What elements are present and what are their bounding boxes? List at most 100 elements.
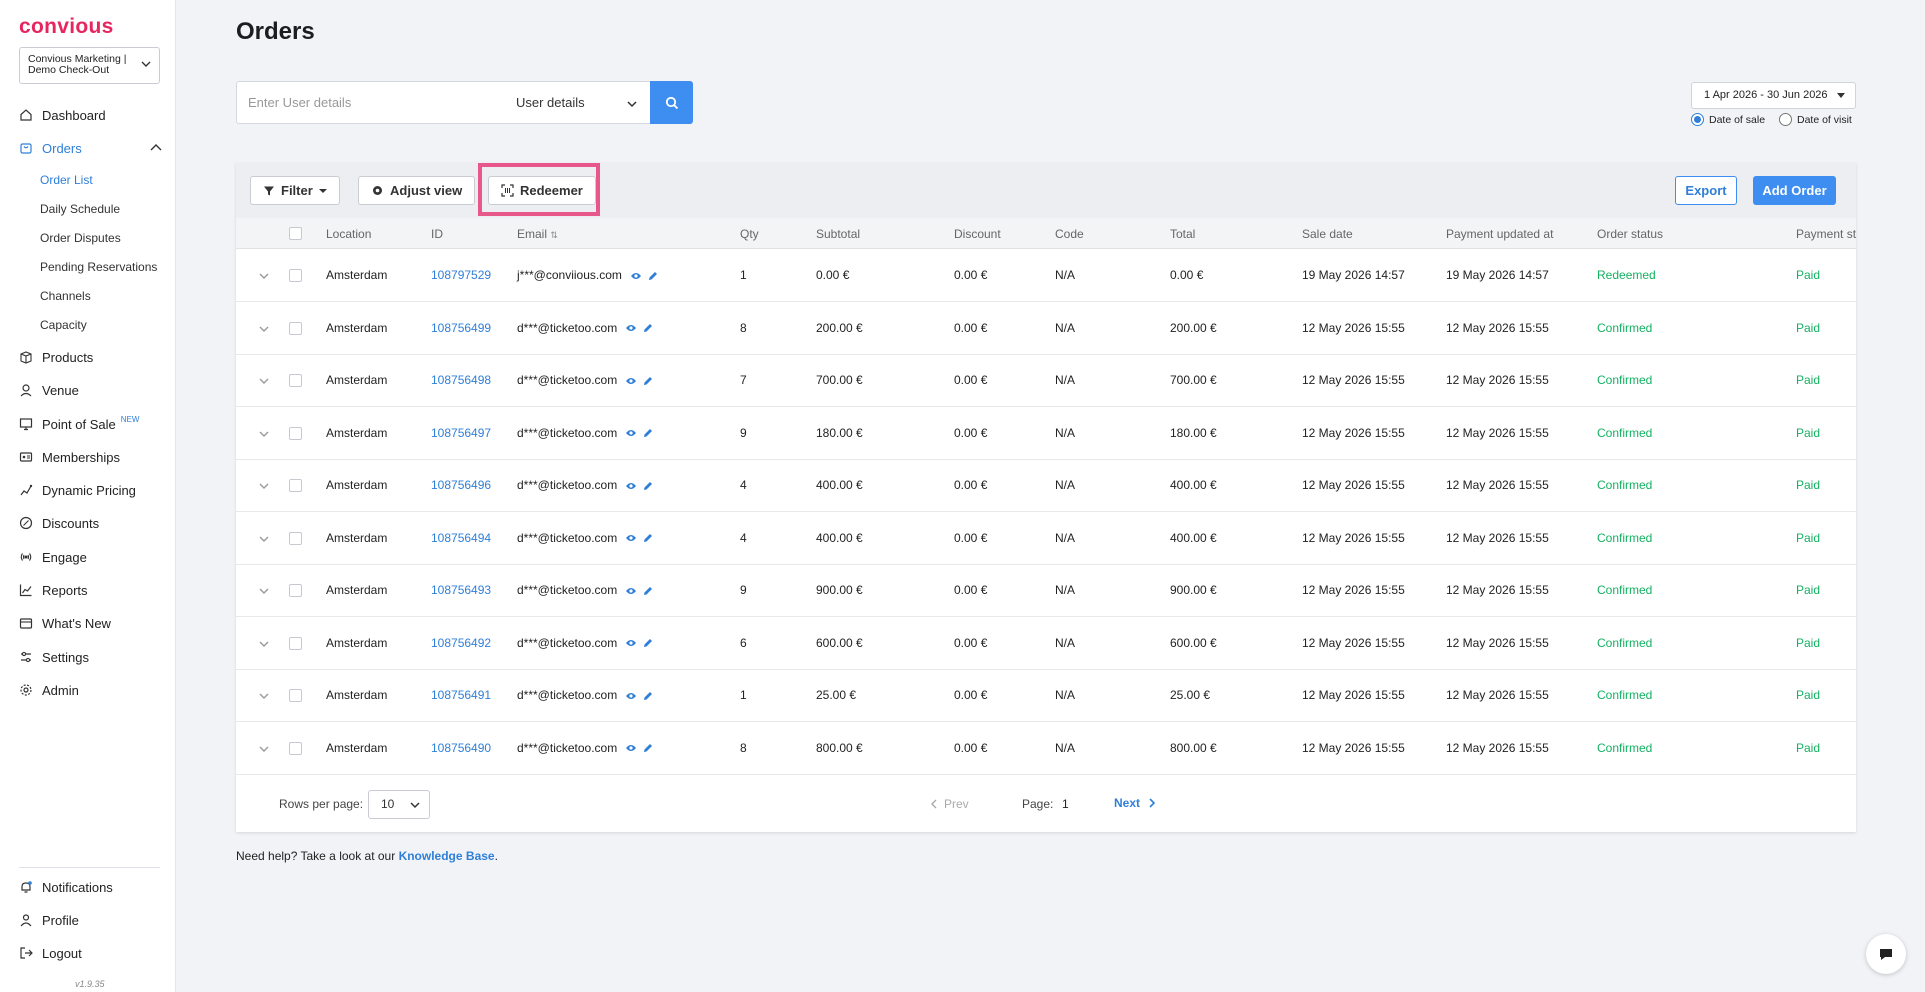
- row-checkbox[interactable]: [289, 584, 302, 597]
- col-sale-date[interactable]: Sale date: [1302, 227, 1353, 241]
- col-location[interactable]: Location: [326, 227, 371, 241]
- search-type-select[interactable]: User details: [505, 81, 651, 124]
- table-row[interactable]: Amsterdam 108756492 6 600.00 € 0.00 € N/A 600.…: [236, 617, 1856, 670]
- col-payment-status[interactable]: Payment st: [1796, 227, 1856, 241]
- col-id[interactable]: ID: [431, 227, 443, 241]
- chat-button[interactable]: [1866, 934, 1906, 974]
- nav-dynamic-pricing[interactable]: Dynamic Pricing: [19, 480, 136, 500]
- chevron-up-icon[interactable]: [150, 143, 162, 153]
- cell-id[interactable]: 108756494: [431, 531, 491, 545]
- row-checkbox[interactable]: [289, 426, 302, 440]
- nav-notifications[interactable]: Notifications: [19, 877, 113, 897]
- next-page-button[interactable]: Next: [1114, 796, 1156, 810]
- subnav-daily-schedule[interactable]: Daily Schedule: [40, 202, 120, 216]
- row-checkbox[interactable]: [289, 689, 302, 702]
- eye-icon[interactable]: [625, 533, 637, 543]
- pencil-icon[interactable]: [643, 638, 653, 648]
- col-subtotal[interactable]: Subtotal: [816, 227, 860, 241]
- radio-button[interactable]: [1691, 113, 1704, 126]
- col-qty[interactable]: Qty: [740, 227, 759, 241]
- expand-row-icon[interactable]: [258, 690, 270, 702]
- nav-dashboard[interactable]: Dashboard: [19, 105, 106, 125]
- row-checkbox[interactable]: [289, 636, 302, 650]
- cell-id[interactable]: 108756497: [431, 426, 491, 440]
- nav-admin[interactable]: Admin: [19, 680, 79, 700]
- nav-settings[interactable]: Settings: [19, 647, 89, 667]
- sort-icon[interactable]: ⇅: [550, 230, 558, 240]
- expand-row-icon[interactable]: [258, 323, 270, 335]
- expand-row-icon[interactable]: [258, 638, 270, 650]
- nav-engage[interactable]: Engage: [19, 547, 87, 567]
- pencil-icon[interactable]: [643, 586, 653, 596]
- cell-id[interactable]: 108756498: [431, 373, 491, 387]
- pencil-icon[interactable]: [643, 323, 653, 333]
- table-row[interactable]: Amsterdam 108797529 1 0.00 € 0.00 € N/A 0.00 €…: [236, 250, 1856, 302]
- cell-id[interactable]: 108756499: [431, 321, 491, 335]
- cell-id[interactable]: 108756490: [431, 741, 491, 755]
- subnav-channels[interactable]: Channels: [40, 289, 91, 303]
- add-order-button[interactable]: Add Order: [1753, 176, 1836, 205]
- pencil-icon[interactable]: [643, 691, 653, 701]
- nav-reports[interactable]: Reports: [19, 580, 88, 600]
- table-row[interactable]: Amsterdam 108756490 8 800.00 € 0.00 € N/A 800.…: [236, 722, 1856, 775]
- nav-profile[interactable]: Profile: [19, 910, 79, 930]
- nav-venue[interactable]: Venue: [19, 380, 79, 400]
- eye-icon[interactable]: [625, 323, 637, 333]
- row-checkbox[interactable]: [289, 269, 302, 282]
- col-order-status[interactable]: Order status: [1597, 227, 1663, 241]
- table-row[interactable]: Amsterdam 108756493 9 900.00 € 0.00 € N/A 900.…: [236, 565, 1856, 617]
- radio-date-of-sale[interactable]: Date of sale: [1691, 113, 1765, 126]
- row-checkbox[interactable]: [289, 741, 302, 755]
- subnav-order-list[interactable]: Order List: [40, 173, 93, 187]
- pencil-icon[interactable]: [643, 743, 653, 753]
- date-range-picker[interactable]: 1 Apr 2026 - 30 Jun 2026: [1691, 82, 1856, 109]
- nav-orders[interactable]: Orders: [19, 138, 162, 158]
- eye-icon[interactable]: [625, 481, 637, 491]
- table-row[interactable]: Amsterdam 108756494 4 400.00 € 0.00 € N/A 400.…: [236, 512, 1856, 565]
- table-row[interactable]: Amsterdam 108756499 8 200.00 € 0.00 € N/A 200.…: [236, 302, 1856, 355]
- pencil-icon[interactable]: [643, 481, 653, 491]
- eye-icon[interactable]: [625, 691, 637, 701]
- pencil-icon[interactable]: [643, 428, 653, 438]
- eye-icon[interactable]: [625, 428, 637, 438]
- search-input[interactable]: Enter User details: [236, 81, 506, 124]
- expand-row-icon[interactable]: [258, 743, 270, 755]
- row-checkbox[interactable]: [289, 479, 302, 492]
- pencil-icon[interactable]: [643, 533, 653, 543]
- col-code[interactable]: Code: [1055, 227, 1084, 241]
- col-total[interactable]: Total: [1170, 227, 1195, 241]
- table-row[interactable]: Amsterdam 108756497 9 180.00 € 0.00 € N/A 180.…: [236, 407, 1856, 460]
- nav-products[interactable]: Products: [19, 347, 93, 367]
- pencil-icon[interactable]: [648, 271, 658, 281]
- subnav-pending-reservations[interactable]: Pending Reservations: [40, 260, 157, 274]
- expand-row-icon[interactable]: [258, 585, 270, 597]
- cell-id[interactable]: 108756492: [431, 636, 491, 650]
- cell-id[interactable]: 108756491: [431, 688, 491, 702]
- eye-icon[interactable]: [630, 271, 642, 281]
- prev-page-button[interactable]: Prev: [930, 797, 969, 811]
- export-button[interactable]: Export: [1675, 176, 1737, 205]
- nav-whats-new[interactable]: What's New: [19, 613, 111, 633]
- nav-point-of-sale[interactable]: Point of Sale NEW: [19, 414, 139, 434]
- radio-button[interactable]: [1779, 113, 1792, 126]
- subnav-order-disputes[interactable]: Order Disputes: [40, 231, 121, 245]
- nav-logout[interactable]: Logout: [19, 943, 82, 963]
- col-email[interactable]: Email ⇅: [517, 227, 558, 241]
- row-checkbox[interactable]: [289, 531, 302, 545]
- convious-logo[interactable]: convious: [19, 15, 114, 39]
- expand-row-icon[interactable]: [258, 428, 270, 440]
- col-payment-updated[interactable]: Payment updated at: [1446, 227, 1553, 241]
- adjust-view-button[interactable]: Adjust view: [358, 176, 476, 205]
- row-checkbox[interactable]: [289, 374, 302, 387]
- nav-memberships[interactable]: Memberships: [19, 447, 120, 467]
- expand-row-icon[interactable]: [258, 480, 270, 492]
- eye-icon[interactable]: [625, 376, 637, 386]
- nav-discounts[interactable]: Discounts: [19, 513, 99, 533]
- radio-date-of-visit[interactable]: Date of visit: [1779, 113, 1852, 126]
- eye-icon[interactable]: [625, 743, 637, 753]
- expand-row-icon[interactable]: [258, 270, 270, 282]
- table-row[interactable]: Amsterdam 108756491 1 25.00 € 0.00 € N/A 25.00…: [236, 670, 1856, 722]
- account-select[interactable]: Convious Marketing | Demo Check-Out: [19, 47, 160, 84]
- eye-icon[interactable]: [625, 638, 637, 648]
- table-row[interactable]: Amsterdam 108756496 4 400.00 € 0.00 € N/A 400.…: [236, 460, 1856, 512]
